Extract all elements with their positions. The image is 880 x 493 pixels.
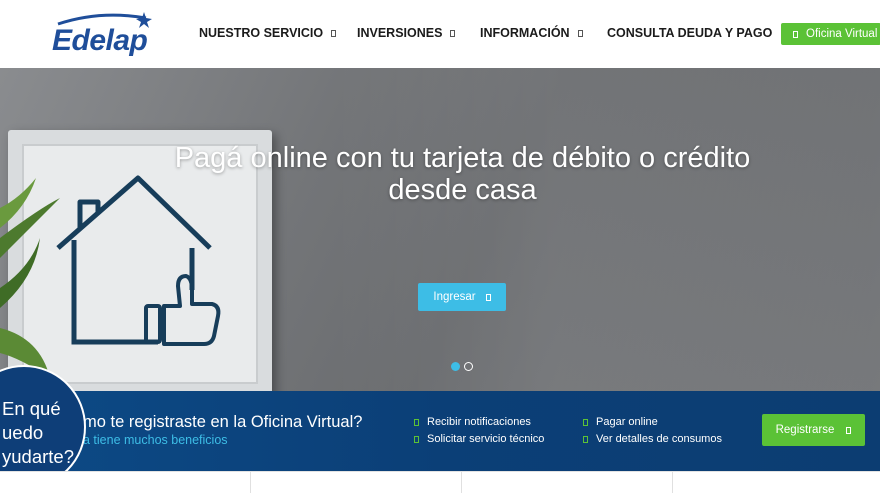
ingresar-button[interactable]: Ingresar xyxy=(418,283,506,311)
help-text: En qué uedo yudarte? xyxy=(2,397,74,469)
card-divider xyxy=(672,472,673,493)
user-icon xyxy=(793,30,798,38)
nav-label: NUESTRO SERVICIO xyxy=(199,26,324,40)
help-line-1: En qué xyxy=(2,398,61,419)
check-icon xyxy=(583,435,588,443)
oficina-virtual-button[interactable]: Oficina Virtual xyxy=(781,23,880,45)
benefit-label: Pagar online xyxy=(596,416,658,428)
logo-text: Edelap xyxy=(52,24,148,57)
check-icon xyxy=(414,418,419,426)
benefit-item: Ver detalles de consumos xyxy=(583,433,722,445)
check-icon xyxy=(583,418,588,426)
nav-label: INFORMACIÓN xyxy=(480,26,570,40)
benefit-label: Solicitar servicio técnico xyxy=(427,433,545,445)
benefit-label: Ver detalles de consumos xyxy=(596,433,722,445)
nav-label: INVERSIONES xyxy=(357,26,443,40)
register-title: mo te registraste en la Oficina Virtual? xyxy=(83,413,363,431)
edelap-logo[interactable]: Edelap xyxy=(50,8,160,60)
check-icon xyxy=(414,435,419,443)
nav-nuestro-servicio[interactable]: NUESTRO SERVICIO xyxy=(199,26,337,40)
benefit-item: Pagar online xyxy=(583,416,658,428)
nav-label: CONSULTA DEUDA Y PAGO xyxy=(607,26,773,40)
registrarse-button[interactable]: Registrarse xyxy=(762,414,865,446)
chevron-down-icon xyxy=(450,29,456,37)
nav-inversiones[interactable]: INVERSIONES xyxy=(357,26,456,40)
benefit-item: Solicitar servicio técnico xyxy=(414,433,544,445)
arrow-right-icon xyxy=(485,293,491,301)
hero-title-line1: Pagá online con tu tarjeta de débito o c… xyxy=(174,142,751,174)
nav-consulta-deuda[interactable]: CONSULTA DEUDA Y PAGO xyxy=(607,26,772,40)
arrow-right-icon xyxy=(846,426,852,434)
benefit-label: Recibir notificaciones xyxy=(427,416,531,428)
register-subtitle: a tiene muchos beneficios xyxy=(83,433,228,447)
nav-informacion[interactable]: INFORMACIÓN xyxy=(480,26,583,40)
hero-title: Pagá online con tu tarjeta de débito o c… xyxy=(0,142,880,206)
oficina-virtual-label: Oficina Virtual xyxy=(806,28,878,40)
help-line-2: uedo xyxy=(2,422,44,443)
site-header: Edelap NUESTRO SERVICIO INVERSIONES INFO… xyxy=(0,0,880,68)
ingresar-label: Ingresar xyxy=(433,291,476,303)
carousel-dot-2[interactable] xyxy=(464,362,473,371)
carousel-dot-1[interactable] xyxy=(451,362,460,371)
hero-title-line2: desde casa xyxy=(388,174,537,206)
hero-wall-shade xyxy=(330,68,880,391)
card-divider xyxy=(250,472,251,493)
benefit-item: Recibir notificaciones xyxy=(414,416,531,428)
hero-slider: Pagá online con tu tarjeta de débito o c… xyxy=(0,68,880,391)
register-band: mo te registraste en la Oficina Virtual?… xyxy=(0,391,880,471)
help-line-3: yudarte? xyxy=(2,446,74,467)
chevron-down-icon xyxy=(331,29,337,37)
chevron-down-icon xyxy=(577,29,583,37)
card-divider xyxy=(461,472,462,493)
registrarse-label: Registrarse xyxy=(775,424,835,436)
cards-strip xyxy=(0,471,880,493)
plant-leaves-image xyxy=(0,178,60,378)
